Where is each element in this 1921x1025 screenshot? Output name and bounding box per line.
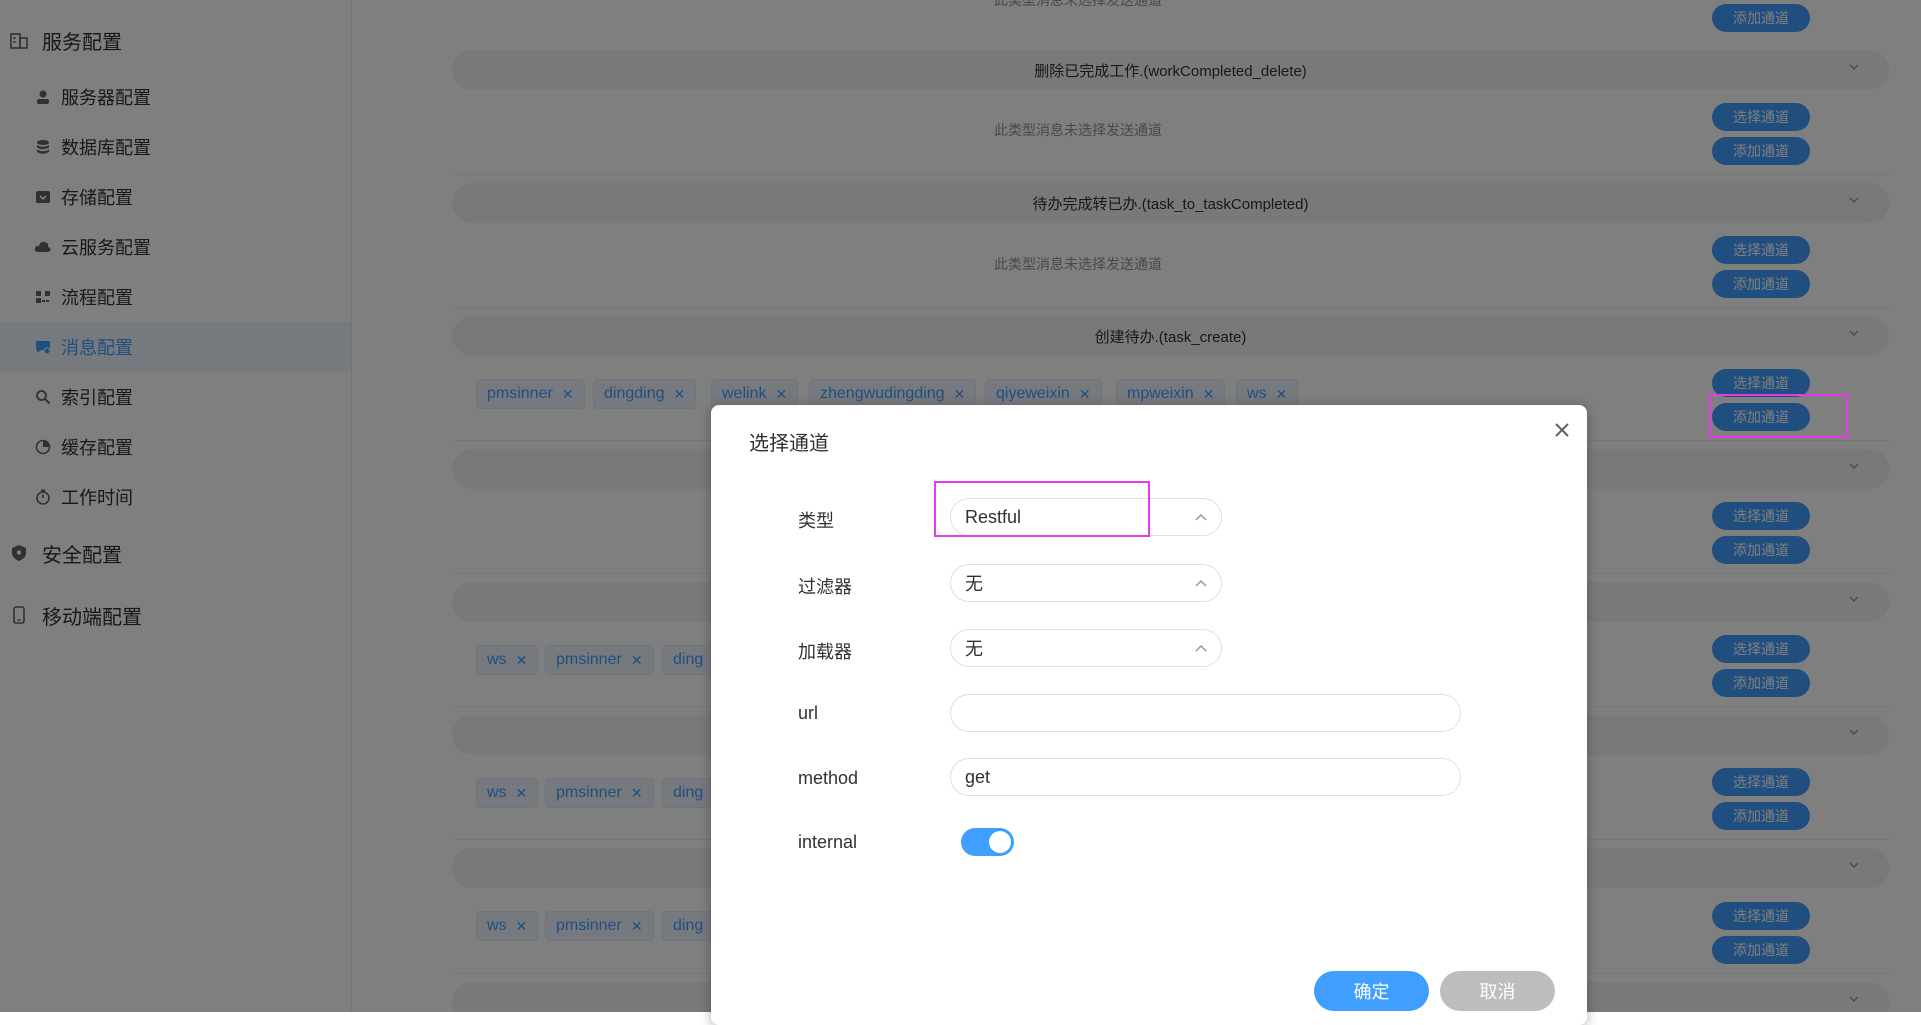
method-label: method	[798, 768, 859, 788]
highlight-box	[1709, 394, 1848, 438]
select-channel-dialog: 选择通道 类型 Restful 过滤器 无 加载器 无 url method g…	[711, 405, 1587, 1025]
internal-label: internal	[798, 832, 858, 852]
dialog-title: 选择通道	[749, 433, 829, 455]
url-label: url	[798, 703, 819, 723]
chevron-up-icon	[1195, 514, 1207, 521]
url-input[interactable]	[950, 694, 1461, 732]
cancel-button[interactable]: 取消	[1440, 971, 1555, 1011]
type-label: 类型	[798, 511, 834, 531]
highlight-box	[934, 481, 1150, 537]
toggle-knob	[989, 831, 1011, 853]
filter-select[interactable]: 无	[950, 564, 1222, 602]
loader-select[interactable]: 无	[950, 629, 1222, 667]
confirm-button[interactable]: 确定	[1314, 971, 1429, 1011]
chevron-up-icon	[1195, 645, 1207, 652]
loader-label: 加载器	[798, 642, 852, 662]
filter-select-value: 无	[965, 574, 983, 594]
method-input[interactable]: get	[950, 758, 1461, 796]
method-input-value: get	[965, 766, 991, 787]
chevron-up-icon	[1195, 580, 1207, 587]
filter-label: 过滤器	[798, 577, 852, 597]
loader-select-value: 无	[965, 639, 983, 659]
internal-toggle[interactable]	[961, 828, 1014, 856]
close-icon[interactable]	[1551, 419, 1573, 441]
